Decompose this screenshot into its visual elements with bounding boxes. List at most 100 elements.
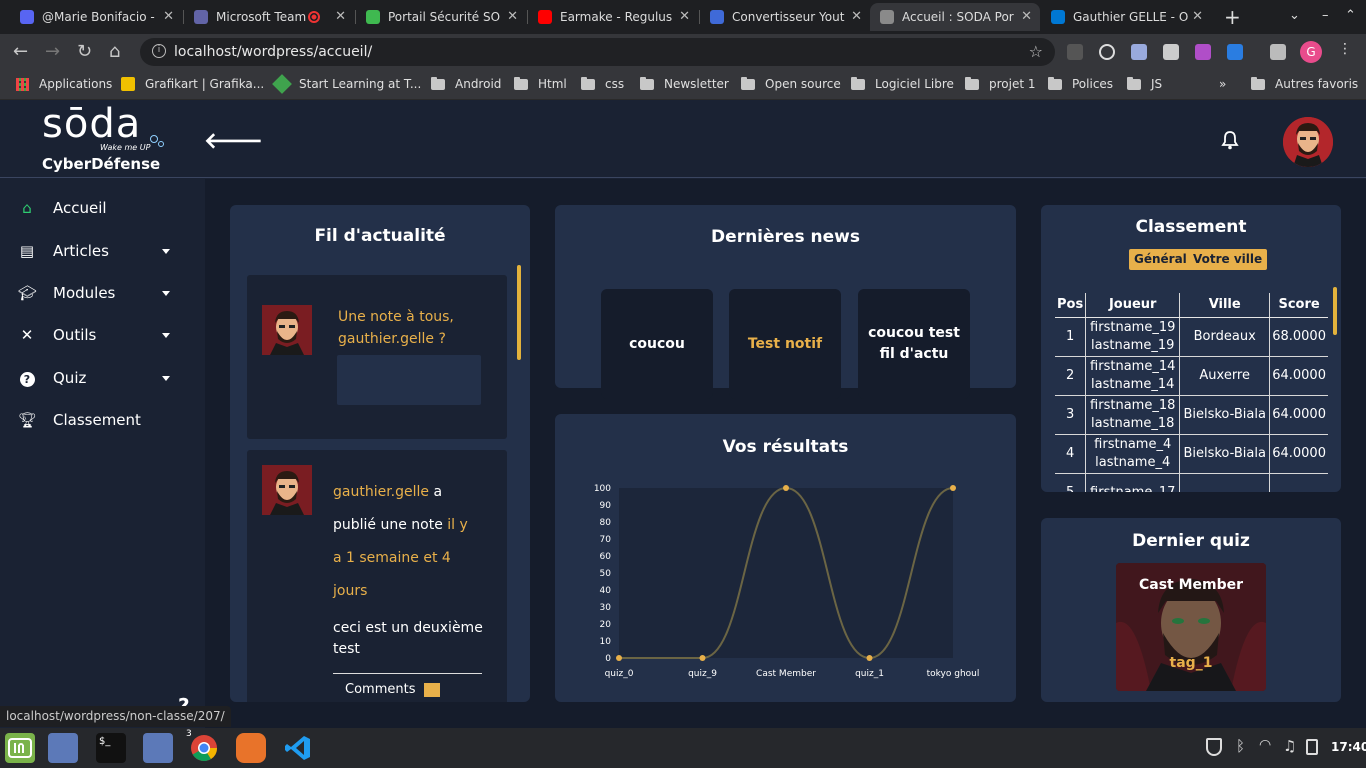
note-textarea[interactable]: [337, 355, 481, 405]
data-point: [866, 655, 873, 661]
tab-search-icon[interactable]: ⌄: [1289, 8, 1300, 23]
news-tile[interactable]: Test notif: [729, 289, 841, 399]
profile-avatar[interactable]: G: [1300, 41, 1322, 63]
news-title: Dernières news: [711, 227, 860, 247]
reading-list-icon[interactable]: [1270, 44, 1286, 60]
close-icon[interactable]: ✕: [507, 9, 518, 24]
browser-tab[interactable]: @Marie Bonifacio - ✕: [10, 3, 182, 31]
browser-tab[interactable]: Gauthier GELLE - O ✕: [1041, 3, 1211, 31]
post-author-link[interactable]: gauthier.gelle: [333, 484, 429, 500]
bookmark-folder[interactable]: css: [581, 76, 624, 91]
url-text[interactable]: localhost/wordpress/accueil/: [174, 44, 372, 60]
bookmark-folder[interactable]: Html: [514, 76, 567, 91]
bookmark-grafikart[interactable]: Grafikart | Grafika...: [121, 77, 264, 91]
bookmark-folder[interactable]: Logiciel Libre: [851, 76, 954, 91]
react-devtools-icon[interactable]: [1099, 44, 1115, 60]
firefox-icon[interactable]: [236, 733, 266, 763]
back-icon[interactable]: ←: [13, 41, 28, 62]
close-icon[interactable]: ✕: [1021, 9, 1032, 24]
feed-post: gauthier.gelle a publié une note il y a …: [247, 450, 507, 702]
y-tick-label: 70: [600, 535, 612, 545]
more-bookmarks-button[interactable]: »: [1219, 77, 1226, 91]
browser-tab-active[interactable]: Accueil : SODA Por ✕: [870, 3, 1040, 31]
bookmark-folder[interactable]: Newsletter: [640, 76, 729, 91]
browser-tab[interactable]: Microsoft Team ✕: [184, 3, 354, 31]
address-bar[interactable]: i localhost/wordpress/accueil/ ☆: [140, 38, 1055, 66]
bookmark-folder[interactable]: Android: [431, 76, 501, 91]
bookmark-start-learning[interactable]: Start Learning at T...: [272, 74, 421, 94]
results-card: Vos résultats 0 10 20 30 40 50 60 70 80 90 100 quiz…: [555, 414, 1016, 702]
bookmark-folder[interactable]: Open source: [741, 76, 841, 91]
wifi-icon[interactable]: ◠: [1259, 737, 1271, 753]
y-tick-label: 50: [600, 569, 612, 579]
news-tile[interactable]: coucou: [601, 289, 713, 399]
folder-icon: [431, 76, 445, 90]
volume-icon[interactable]: ♫: [1283, 737, 1296, 755]
minimize-icon[interactable]: –: [1322, 8, 1329, 23]
browser-tab[interactable]: Earmake - Regulus ✕: [528, 3, 698, 31]
close-icon[interactable]: ✕: [851, 9, 862, 24]
clock[interactable]: 17:40: [1331, 740, 1366, 754]
y-tick-label: 40: [600, 586, 612, 596]
forward-icon[interactable]: →: [45, 41, 60, 62]
bookmark-folder[interactable]: projet 1: [965, 76, 1036, 91]
bookmark-star-icon[interactable]: ☆: [1029, 42, 1043, 61]
discord-icon: [20, 10, 34, 24]
caret-down-icon: [162, 376, 170, 381]
chrome-icon[interactable]: 3: [186, 729, 219, 763]
mint-menu-icon[interactable]: [5, 733, 35, 763]
extension-icon[interactable]: [1067, 44, 1083, 60]
browser-tab[interactable]: Convertisseur Yout ✕: [700, 3, 870, 31]
new-tab-icon[interactable]: +: [1224, 5, 1241, 29]
user-avatar[interactable]: [1283, 117, 1333, 167]
close-icon[interactable]: ✕: [1192, 9, 1203, 24]
post-time-link[interactable]: il y: [447, 517, 468, 533]
apps-grid-icon: [16, 77, 29, 91]
sidebar-item-classement[interactable]: 🏆︎ Classement: [18, 411, 188, 429]
terminal-icon[interactable]: $_: [96, 733, 126, 763]
ranking-scrollbar[interactable]: [1333, 287, 1337, 335]
home-icon[interactable]: ⌂: [109, 41, 120, 62]
x-tick-label: tokyo ghoul: [927, 669, 980, 679]
show-desktop-icon[interactable]: [48, 733, 78, 763]
bookmark-folder[interactable]: JS: [1127, 76, 1162, 91]
font-extension-icon[interactable]: [1227, 44, 1243, 60]
filter-general-button[interactable]: Général: [1129, 249, 1192, 270]
close-icon[interactable]: ✕: [679, 9, 690, 24]
color-picker-icon[interactable]: [1131, 44, 1147, 60]
maximize-icon[interactable]: ⌃: [1345, 8, 1356, 23]
vscode-icon[interactable]: [283, 733, 313, 763]
comments-toggle[interactable]: Comments: [345, 682, 440, 697]
file-manager-icon[interactable]: [143, 733, 173, 763]
clipboard-icon[interactable]: [1306, 739, 1318, 755]
bluetooth-icon[interactable]: ᛒ: [1236, 737, 1245, 755]
back-arrow-icon[interactable]: 🡐: [204, 128, 263, 154]
browser-tab[interactable]: Portail Sécurité SO ✕: [356, 3, 526, 31]
shield-icon[interactable]: [1206, 738, 1222, 756]
last-quiz-tile[interactable]: Cast Member tag_1: [1116, 563, 1266, 691]
sidebar-item-articles[interactable]: ▤ Articles: [18, 242, 188, 260]
other-bookmarks-folder[interactable]: Autres favoris: [1251, 76, 1358, 91]
info-icon[interactable]: i: [152, 44, 166, 58]
column-header: Joueur: [1085, 293, 1180, 318]
sidebar-item-outils[interactable]: ✕ Outils: [18, 326, 188, 344]
news-tile[interactable]: coucou test fil d'actu: [858, 289, 970, 399]
bookmark-apps[interactable]: Applications: [16, 77, 112, 91]
feed-card: Fil d'actualité Une note à tous, gauthie…: [230, 205, 530, 702]
data-point: [950, 485, 956, 491]
sidebar-item-quiz[interactable]: ? Quiz: [18, 369, 188, 387]
code-extension-icon[interactable]: [1195, 44, 1211, 60]
filter-city-button[interactable]: Votre ville: [1188, 249, 1268, 270]
author-avatar: [262, 465, 312, 515]
feed-scrollbar[interactable]: [517, 265, 521, 360]
close-icon[interactable]: ✕: [335, 9, 346, 24]
soda-logo[interactable]: sōda Wake me UP CyberDéfense: [40, 101, 170, 173]
bookmark-folder[interactable]: Polices: [1048, 76, 1113, 91]
notification-bell-icon[interactable]: [1221, 130, 1239, 155]
css-extension-icon[interactable]: [1163, 44, 1179, 60]
sidebar-item-accueil[interactable]: ⌂ Accueil: [18, 199, 188, 217]
sidebar-item-modules[interactable]: 🎓︎ Modules: [18, 284, 188, 302]
reload-icon[interactable]: ↻: [77, 41, 92, 62]
close-icon[interactable]: ✕: [163, 9, 174, 24]
menu-dots-icon[interactable]: ⋮: [1338, 41, 1354, 57]
